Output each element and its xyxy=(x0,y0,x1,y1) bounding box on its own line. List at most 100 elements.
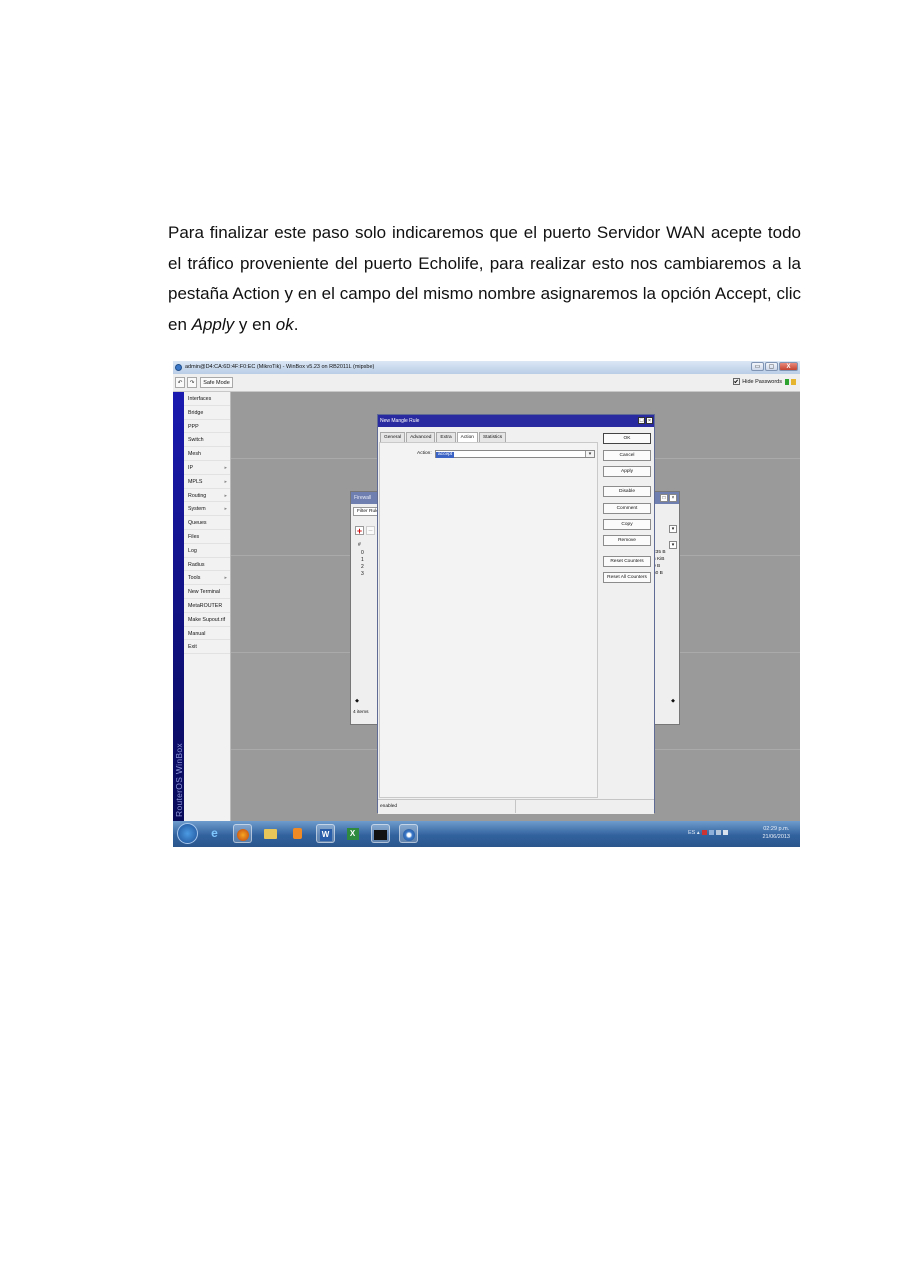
menu-item-files[interactable]: Files xyxy=(184,530,230,544)
tray-arrow-icon[interactable]: ▴ xyxy=(697,830,700,836)
menu-item-bridge[interactable]: Bridge xyxy=(184,406,230,420)
copy-button[interactable]: Copy xyxy=(603,519,651,530)
menu-item-ppp[interactable]: PPP xyxy=(184,420,230,434)
firefox-icon[interactable] xyxy=(233,824,252,843)
winbox-taskbar-icon[interactable] xyxy=(399,824,418,843)
menu-item-interfaces[interactable]: Interfaces xyxy=(184,392,230,406)
dropdown-arrow-icon[interactable]: ▾ xyxy=(669,525,677,533)
redo-button[interactable]: ↷ xyxy=(187,377,197,388)
menu-item-make-supout-rif[interactable]: Make Supout.rif xyxy=(184,613,230,627)
winbox-screenshot: admin@D4:CA:6D:4F:F0:EC (MikroTik) - Win… xyxy=(173,361,800,847)
tab-statistics[interactable]: Statistics xyxy=(478,432,507,442)
table-row[interactable]: 3 xyxy=(361,571,364,577)
menu-item-mesh[interactable]: Mesh xyxy=(184,447,230,461)
tab-advanced[interactable]: Advanced xyxy=(406,432,436,442)
reset-counters-button[interactable]: Reset Counters xyxy=(603,556,651,567)
tab-extra[interactable]: Extra xyxy=(436,432,456,442)
table-row[interactable]: 1 xyxy=(361,557,364,563)
menu-item-queues[interactable]: Queues xyxy=(184,516,230,530)
para-apply: Apply xyxy=(191,314,235,334)
excel-icon[interactable]: X xyxy=(343,824,362,843)
dialog-restore-icon[interactable]: □ xyxy=(638,417,645,424)
menu-item-metarouter[interactable]: MetaROUTER xyxy=(184,599,230,613)
menu-item-manual[interactable]: Manual xyxy=(184,627,230,641)
add-rule-icon[interactable]: + xyxy=(355,526,364,536)
submenu-arrow-icon: ▸ xyxy=(224,492,227,499)
tray-flag-icon[interactable] xyxy=(701,830,707,836)
language-indicator[interactable]: ES xyxy=(688,830,695,836)
remove-rule-icon[interactable]: − xyxy=(366,526,375,535)
terminal-icon[interactable] xyxy=(371,824,390,843)
submenu-arrow-icon: ▸ xyxy=(224,478,227,485)
menu-item-label: Mesh xyxy=(188,451,201,458)
hide-passwords-label: Hide Passwords xyxy=(742,378,782,385)
menu-item-label: Tools xyxy=(188,575,201,582)
tray-network-icon[interactable] xyxy=(708,830,714,836)
rule-status: enabled xyxy=(380,804,398,809)
disable-button[interactable]: Disable xyxy=(603,486,651,497)
reset-all-counters-button[interactable]: Reset All Counters xyxy=(603,572,651,583)
new-mangle-rule-dialog[interactable]: New Mangle Rule □ × General Advanced Extra… xyxy=(377,414,655,814)
media-player-icon[interactable] xyxy=(288,824,307,843)
winbox-app-icon xyxy=(175,364,182,371)
tray-signal-icon[interactable] xyxy=(715,830,721,836)
action-select[interactable]: accept ▾ xyxy=(435,450,595,458)
undo-button[interactable]: ↶ xyxy=(175,377,185,388)
status-separator xyxy=(515,800,516,813)
menu-item-exit[interactable]: Exit xyxy=(184,640,230,655)
scroll-right-icon[interactable]: ◆ xyxy=(669,698,677,706)
menu-item-mpls[interactable]: MPLS ▸ xyxy=(184,475,230,489)
safe-mode-button[interactable]: Safe Mode xyxy=(200,377,233,388)
column-number-header: # xyxy=(358,542,361,548)
chevron-down-icon[interactable]: ▾ xyxy=(585,451,594,457)
word-icon[interactable]: W xyxy=(316,824,335,843)
menu-item-label: Exit xyxy=(188,644,197,651)
folder-icon[interactable] xyxy=(261,824,280,843)
start-button-icon[interactable] xyxy=(177,823,198,844)
cancel-button[interactable]: Cancel xyxy=(603,450,651,461)
dialog-tabs: General Advanced Extra Action Statistics xyxy=(380,432,507,443)
menu-item-routing[interactable]: Routing ▸ xyxy=(184,489,230,503)
menu-item-label: System xyxy=(188,506,206,513)
winbox-toolbar: ↶ ↷ Safe Mode Hide Passwords xyxy=(173,374,800,392)
maximize-button[interactable]: ▢ xyxy=(765,362,778,371)
menu-item-label: Bridge xyxy=(188,409,204,416)
menu-item-label: PPP xyxy=(188,423,199,430)
table-row[interactable]: 0 xyxy=(361,550,364,556)
status-indicator-icon xyxy=(785,378,789,385)
window-close-icon[interactable]: × xyxy=(669,494,677,502)
hide-passwords-checkbox[interactable]: Hide Passwords xyxy=(733,378,796,385)
menu-item-system[interactable]: System ▸ xyxy=(184,502,230,517)
column-menu-icon[interactable]: ▾ xyxy=(669,541,677,549)
remove-button[interactable]: Remove xyxy=(603,535,651,546)
minimize-button[interactable]: ▭ xyxy=(751,362,764,371)
menu-item-label: Make Supout.rif xyxy=(188,616,226,623)
menu-item-label: Queues xyxy=(188,520,207,527)
apply-button[interactable]: Apply xyxy=(603,466,651,477)
submenu-arrow-icon: ▸ xyxy=(224,575,227,582)
clock-time: 02:29 p.m. xyxy=(763,826,790,832)
comment-button[interactable]: Comment xyxy=(603,503,651,514)
table-row[interactable]: 2 xyxy=(361,564,364,570)
tab-general[interactable]: General xyxy=(380,432,406,442)
ok-button[interactable]: OK xyxy=(603,433,651,444)
menu-item-new-terminal[interactable]: New Terminal xyxy=(184,585,230,599)
menu-item-label: Interfaces xyxy=(188,396,212,402)
menu-item-switch[interactable]: Switch xyxy=(184,433,230,448)
scroll-left-icon[interactable]: ◆ xyxy=(353,698,361,706)
menu-item-ip[interactable]: IP ▸ xyxy=(184,461,230,475)
menu-item-label: Files xyxy=(188,533,200,540)
checkbox-check-icon xyxy=(733,378,741,385)
para-text-2: y en xyxy=(234,314,276,334)
menu-item-tools[interactable]: Tools ▸ xyxy=(184,571,230,586)
window-restore-icon[interactable]: □ xyxy=(660,494,668,502)
menu-item-radius[interactable]: Radius xyxy=(184,558,230,572)
tray-volume-icon[interactable] xyxy=(722,830,728,836)
internet-explorer-icon[interactable]: e xyxy=(205,824,224,843)
menu-item-label: Radius xyxy=(188,561,205,568)
menu-item-log[interactable]: Log xyxy=(184,544,230,558)
dialog-close-icon[interactable]: × xyxy=(646,417,653,424)
taskbar-clock[interactable]: 02:29 p.m. 21/06/2013 xyxy=(762,825,790,841)
close-button[interactable]: X xyxy=(779,362,798,371)
menu-item-label: Routing xyxy=(188,492,207,499)
